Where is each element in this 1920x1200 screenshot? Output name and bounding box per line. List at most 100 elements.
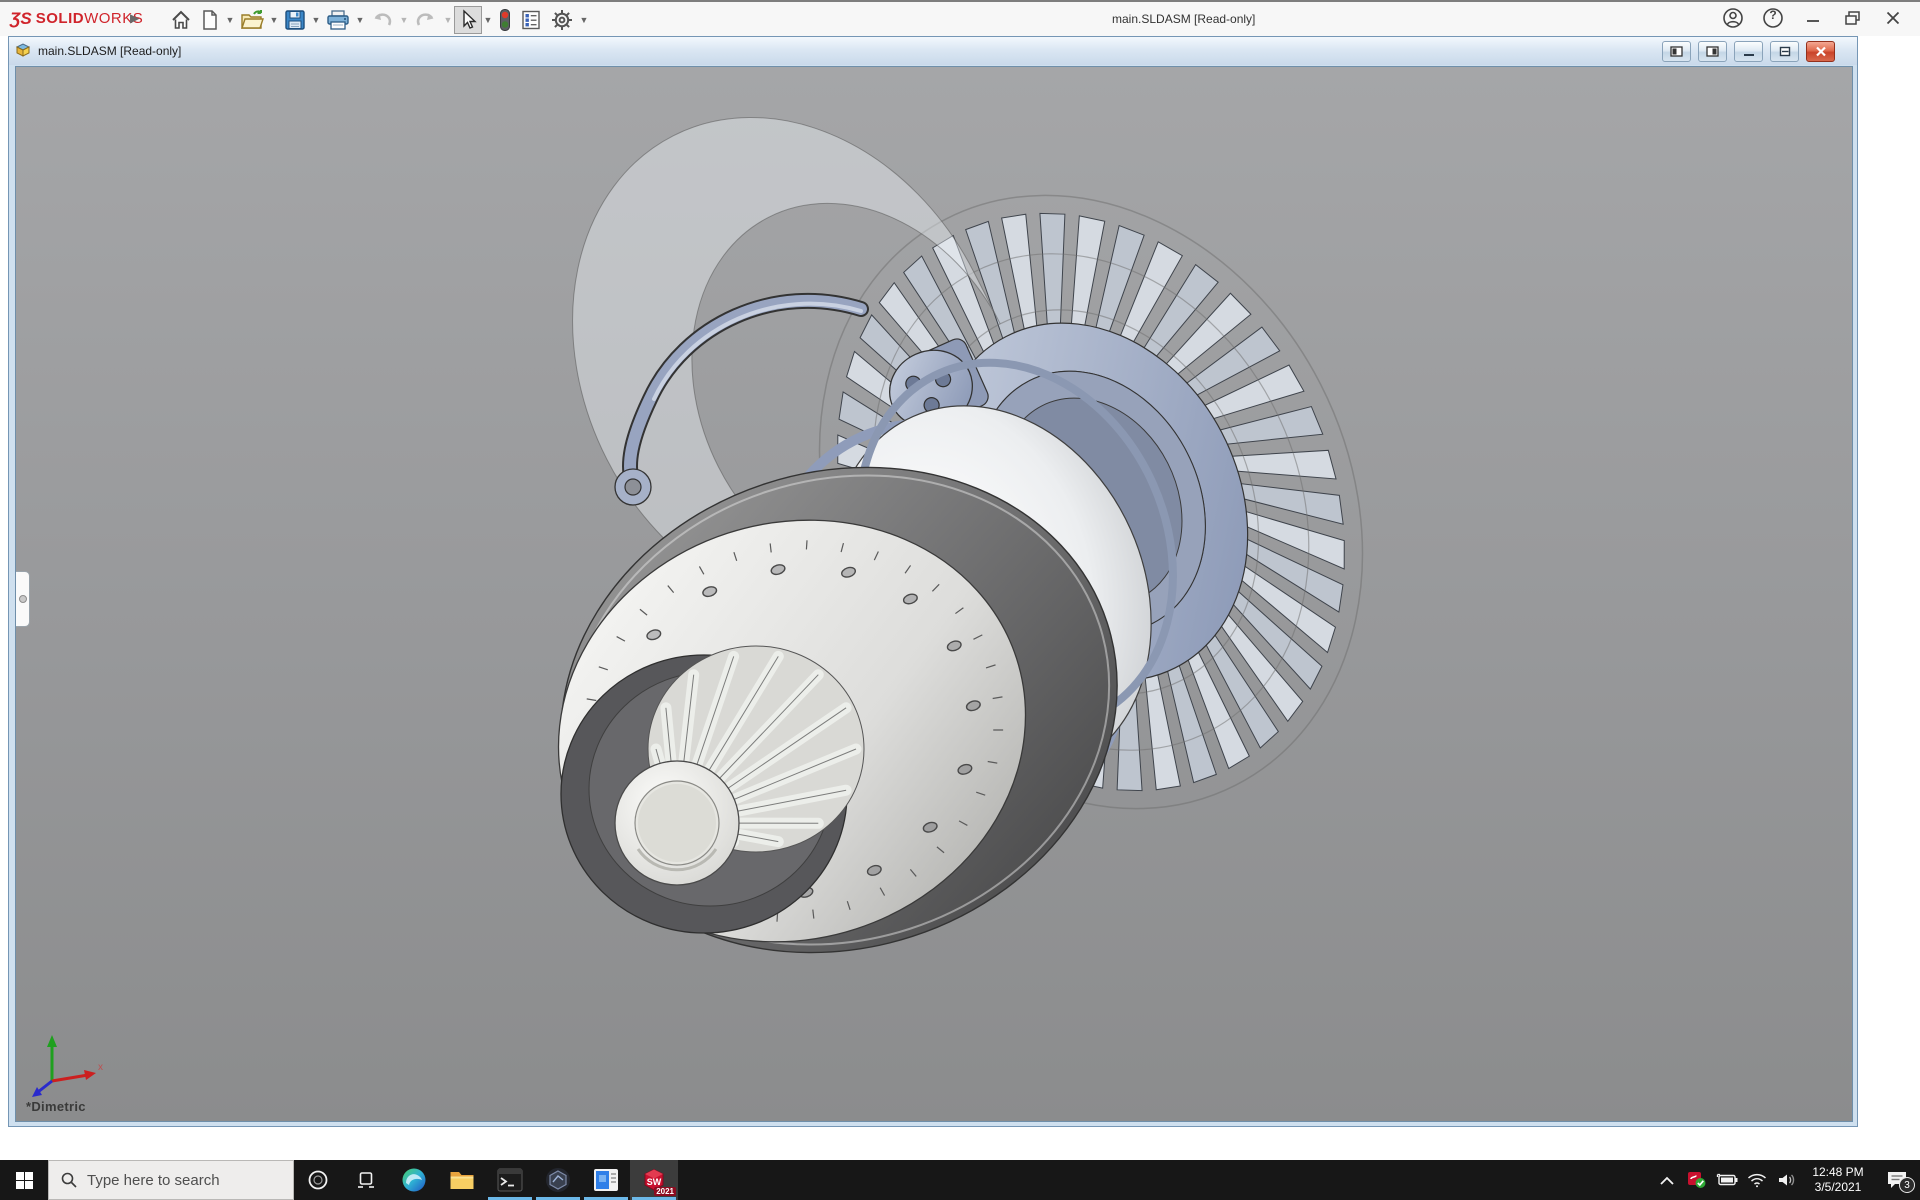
rebuild-button[interactable] (494, 6, 516, 34)
hexagon-app-icon (545, 1167, 571, 1193)
clock-time: 12:48 PM (1804, 1165, 1872, 1180)
wifi-icon (1747, 1173, 1767, 1188)
solidworks-year-badge: 2021 (654, 1187, 676, 1196)
redo-button[interactable] (410, 6, 442, 34)
home-button[interactable] (166, 6, 196, 34)
app-titlebar: ƷS SOLIDWORKS ▶ ▼ ▼ ▼ (0, 0, 1920, 36)
taskbar-app-command-prompt[interactable] (486, 1160, 534, 1200)
edge-icon (401, 1167, 427, 1193)
solidworks-logo-mark: ƷS (10, 9, 32, 29)
solidworks-status-icon (1687, 1171, 1707, 1189)
triad-y-axis (47, 1035, 57, 1047)
save-icon (284, 9, 306, 31)
volume-icon (1777, 1172, 1797, 1188)
restore-button[interactable] (1838, 8, 1868, 32)
document-window-controls (1662, 41, 1835, 62)
app-window-controls: ? (1718, 8, 1908, 32)
print-icon (326, 9, 350, 31)
taskbar-app-solidworks[interactable]: SW 2021 (630, 1160, 678, 1200)
print-dropdown[interactable]: ▼ (354, 15, 366, 25)
home-icon (170, 9, 192, 31)
taskbar-clock[interactable]: 12:48 PM 3/5/2021 (1802, 1165, 1874, 1195)
rebuild-traffic-light-icon (498, 8, 512, 32)
clock-date: 3/5/2021 (1804, 1180, 1872, 1195)
doc-minimize-icon (1743, 47, 1755, 57)
print-button[interactable] (322, 6, 354, 34)
redo-icon (414, 9, 438, 31)
svg-text:SW: SW (647, 1177, 662, 1187)
doc-close-button[interactable] (1806, 41, 1835, 62)
open-folder-icon (240, 9, 264, 31)
notification-count-badge: 3 (1899, 1177, 1915, 1193)
new-document-icon (200, 9, 220, 31)
doc-pane-right-toggle-button[interactable] (1698, 41, 1727, 62)
select-cursor-icon (458, 9, 478, 31)
panel-handle-dot-icon (19, 595, 27, 603)
assembly-document-icon (15, 41, 32, 62)
task-view-button[interactable] (342, 1160, 390, 1200)
options-button[interactable] (546, 6, 578, 34)
collapsed-panel-handle[interactable] (16, 571, 30, 627)
taskbar-app-file-explorer[interactable] (438, 1160, 486, 1200)
doc-minimize-button[interactable] (1734, 41, 1763, 62)
taskbar-app-edge[interactable] (390, 1160, 438, 1200)
new-document-button[interactable] (196, 6, 224, 34)
help-button[interactable]: ? (1758, 8, 1788, 32)
hidden-icons-button[interactable] (1652, 1160, 1682, 1200)
app-window-title: main.SLDASM [Read-only] (1112, 12, 1255, 26)
view-orientation-label: *Dimetric (26, 1099, 86, 1114)
tray-battery[interactable] (1712, 1160, 1742, 1200)
minimize-button[interactable] (1798, 8, 1828, 32)
options-dropdown[interactable]: ▼ (578, 15, 590, 25)
doc-pane-left-toggle-button[interactable] (1662, 41, 1691, 62)
engine-model[interactable] (16, 67, 1852, 1121)
document-window: main.SLDASM [Read-only] (8, 36, 1858, 1127)
open-dropdown[interactable]: ▼ (268, 15, 280, 25)
save-dropdown[interactable]: ▼ (310, 15, 322, 25)
action-center-button[interactable]: 3 (1874, 1160, 1920, 1200)
search-input[interactable] (87, 1172, 277, 1189)
redo-dropdown[interactable]: ▼ (442, 15, 454, 25)
open-button[interactable] (236, 6, 268, 34)
chevron-up-icon (1660, 1176, 1674, 1185)
windows-logo-icon (16, 1172, 33, 1189)
graphics-viewport[interactable]: x *Dimetric (15, 66, 1853, 1122)
tray-volume[interactable] (1772, 1160, 1802, 1200)
start-button[interactable] (0, 1160, 48, 1200)
doc-restore-button[interactable] (1770, 41, 1799, 62)
doc-close-icon (1815, 46, 1827, 57)
close-button[interactable] (1878, 8, 1908, 32)
battery-icon (1716, 1173, 1738, 1187)
minimize-icon (1805, 10, 1821, 31)
status-bar (0, 1127, 1920, 1160)
close-icon (1885, 10, 1901, 31)
taskbar-search[interactable] (48, 1160, 294, 1200)
search-icon (61, 1172, 77, 1188)
taskbar-app-media[interactable] (582, 1160, 630, 1200)
help-icon: ? (1762, 7, 1784, 34)
media-app-icon (593, 1168, 619, 1192)
triad-x-axis (84, 1070, 96, 1080)
doc-restore-icon (1779, 46, 1791, 57)
save-button[interactable] (280, 6, 310, 34)
cortana-button[interactable] (294, 1160, 342, 1200)
undo-dropdown[interactable]: ▼ (398, 15, 410, 25)
tray-solidworks-status[interactable] (1682, 1160, 1712, 1200)
command-prompt-icon (497, 1167, 523, 1193)
document-title: main.SLDASM [Read-only] (38, 44, 181, 58)
select-tool-dropdown[interactable]: ▼ (482, 15, 494, 25)
file-properties-button[interactable] (516, 6, 546, 34)
account-button[interactable] (1718, 8, 1748, 32)
pane-left-icon (1670, 46, 1683, 57)
undo-button[interactable] (366, 6, 398, 34)
user-account-icon (1722, 7, 1744, 34)
taskbar: SW 2021 (0, 1160, 1920, 1200)
quick-access-toolbar: ▼ ▼ ▼ ▼ ▼ ▼ (166, 6, 590, 34)
select-tool-button[interactable] (454, 6, 482, 34)
tray-wifi[interactable] (1742, 1160, 1772, 1200)
document-titlebar[interactable]: main.SLDASM [Read-only] (9, 37, 1857, 65)
taskbar-app-hexagon[interactable] (534, 1160, 582, 1200)
new-document-dropdown[interactable]: ▼ (224, 15, 236, 25)
menu-expand-arrow-icon[interactable]: ▶ (130, 11, 139, 25)
orientation-triad[interactable]: x (30, 1029, 110, 1101)
